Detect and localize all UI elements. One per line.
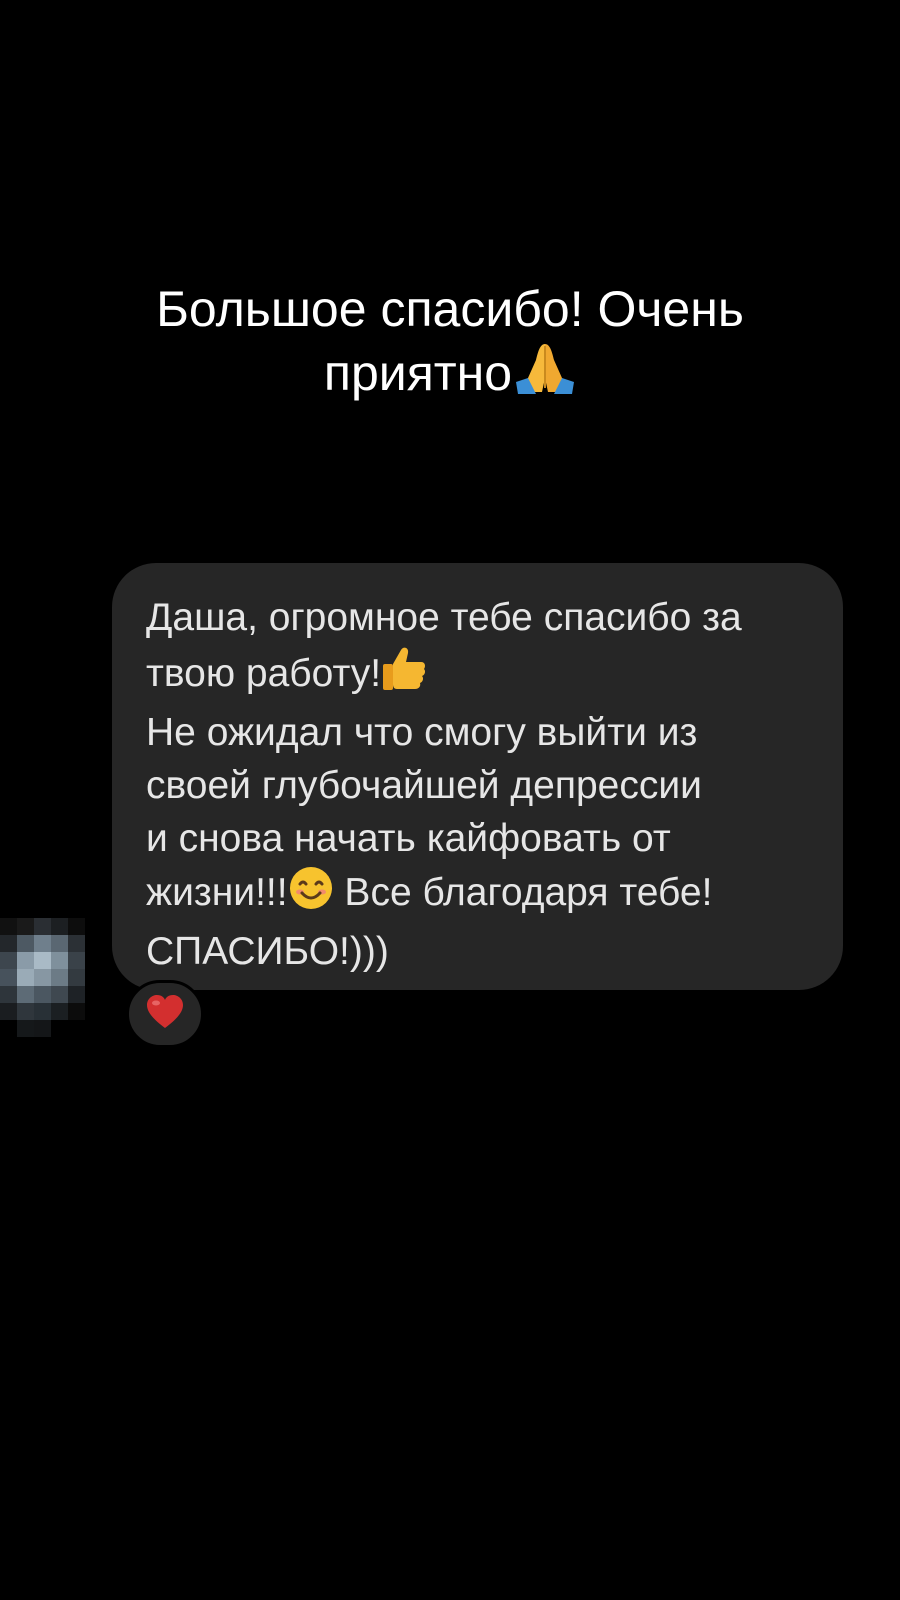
message-line-text-after: Все благодаря тебе!: [333, 871, 713, 914]
message-line: Не ожидал что смогу выйти из: [146, 711, 698, 754]
message-line: и снова начать кайфовать от: [146, 817, 671, 860]
sender-avatar[interactable]: [0, 918, 100, 1058]
reply-line-2-wrap: приятно: [120, 338, 780, 408]
thumbs-up-icon: [381, 644, 427, 706]
message-line: твою работу!: [146, 644, 823, 706]
message-bubble[interactable]: Даша, огромное тебе спасибо за твою рабо…: [112, 563, 843, 990]
reply-line-1: Большое спасибо! Очень: [156, 281, 744, 337]
folded-hands-icon: [514, 338, 576, 408]
message-line: СПАСИБО!))): [146, 930, 389, 973]
message-line: жизни!!! Все благодаря тебе!: [146, 865, 823, 925]
reply-line-2: приятно: [323, 345, 513, 401]
message-line: Даша, огромное тебе спасибо за: [146, 596, 742, 639]
message-line: своей глубочайшей депрессии: [146, 764, 702, 807]
smiling-face-icon: [288, 865, 334, 925]
message-line-text: твою работу!: [146, 652, 382, 695]
story-reply-caption: Большое спасибо! Очень приятно: [120, 280, 780, 408]
heart-icon: [145, 994, 185, 1035]
message-line-text: жизни!!!: [146, 871, 288, 914]
heart-reaction[interactable]: [126, 980, 204, 1048]
